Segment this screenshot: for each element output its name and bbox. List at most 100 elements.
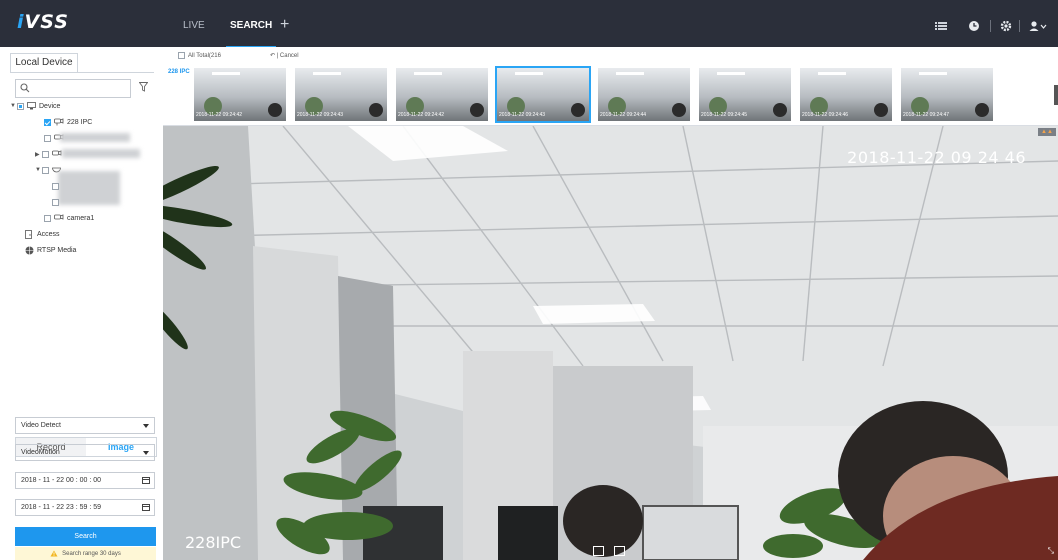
thumbnail-image [919,72,947,75]
video-player[interactable]: 2018-11-22 09 24 46 228IPC ⤡ ▲▲ [163,126,1058,560]
tree-node-rtsp-media[interactable]: RTSP Media [25,244,76,256]
end-time-field[interactable]: 2018 - 11 - 22 23 : 59 : 59 [15,499,155,516]
cancel-button[interactable]: ↶ | Cancel [270,52,299,59]
result-thumbnail[interactable]: 2018-11-22 09:24:43 [295,68,387,121]
video-timestamp: 2018-11-22 09 24 46 [847,148,1026,167]
top-bar: iVSS LIVE SEARCH + [0,0,1058,49]
user-icon[interactable] [1029,20,1047,32]
tab-live[interactable]: LIVE [183,20,205,31]
thumbnail-image [975,103,989,117]
calendar-icon[interactable] [142,477,150,484]
caret-down-icon [143,451,149,455]
thumbnail-image [369,103,383,117]
warning-icon [50,550,58,557]
tab-local-device[interactable]: Local Device [10,53,78,72]
expand-arrow-icon[interactable]: ▼ [35,167,42,173]
checkbox[interactable] [52,198,59,206]
caret-down-icon [143,424,149,428]
thumbnail-time: 2018-11-22 09:24:43 [499,112,546,118]
thumbnail-image [672,103,686,117]
result-thumbnail[interactable]: 2018-11-22 09:24:47 [901,68,993,121]
search-icon [20,83,30,93]
results-strip: All Total(216 ↶ | Cancel 228 IPC 2018-11… [163,47,1058,126]
app-logo: iVSS [17,11,69,33]
tree-node-device[interactable]: ▼ Device [10,100,60,112]
search-button[interactable]: Search [15,527,156,546]
divider [990,20,991,32]
checkbox[interactable] [44,214,51,222]
door-icon [25,229,32,239]
video-tag-icon[interactable]: ▲▲ [1038,128,1056,136]
camera-label: 228 IPC [168,69,190,75]
thumbnail-image [874,103,888,117]
thumbnail-time: 2018-11-22 09:24:45 [701,112,748,118]
tree-label: Device [39,102,61,110]
redacted-label [62,149,140,158]
event-subtype-select[interactable]: VideoMotion [15,444,155,461]
checkbox[interactable] [44,134,51,142]
divider [1019,20,1020,32]
thumbnail-image [571,103,585,117]
redacted-label [60,133,130,142]
start-time-field[interactable]: 2018 - 11 - 22 00 : 00 : 00 [15,472,155,489]
thumbnail-time: 2018-11-22 09:24:46 [802,112,849,118]
tree-node-228-ipc[interactable]: 228 IPC [44,116,92,128]
tree-node-channel[interactable] [52,196,62,208]
thumbnail-image [515,72,543,75]
tree-node-camera1[interactable]: camera1 [44,212,94,224]
add-tab-button[interactable]: + [280,16,289,34]
all-total-label: All Total(216 [188,52,221,59]
hint-text: Search range 30 days [62,550,121,557]
thumbnail-time: 2018-11-22 09:24:44 [600,112,647,118]
thumbnail-image [414,72,442,75]
checkbox[interactable] [52,182,59,190]
search-range-hint: Search range 30 days [15,547,156,560]
thumbnail-image [818,72,846,75]
thumbnail-time: 2018-11-22 09:24:42 [398,112,445,118]
checkbox[interactable] [17,102,24,110]
thumbnail-time: 2018-11-22 09:24:47 [903,112,950,118]
tree-label: 228 IPC [67,118,93,126]
result-thumbnail[interactable]: 2018-11-22 09:24:43 [495,66,591,123]
result-thumbnail[interactable]: 2018-11-22 09:24:42 [194,68,286,121]
settings-icon[interactable] [1000,20,1012,32]
divider [10,72,154,73]
globe-icon [25,246,34,254]
thumbnail-image [773,103,787,117]
result-thumbnail[interactable]: 2018-11-22 09:24:46 [800,68,892,121]
thumbnail-time: 2018-11-22 09:24:42 [196,112,243,118]
thumbnail-image [616,72,644,75]
previous-frame-icon[interactable] [593,546,604,556]
select-all-checkbox[interactable]: All Total(216 [178,52,221,59]
event-type-select[interactable]: Video Detect [15,417,155,434]
redacted-label [58,171,120,205]
expand-arrow-icon[interactable]: ▼ [10,103,17,109]
tree-node-channel[interactable] [52,180,62,192]
thumbnail-image [470,103,484,117]
result-thumbnail[interactable]: 2018-11-22 09:24:44 [598,68,690,121]
device-search-input[interactable] [15,79,131,98]
undo-icon: ↶ | [270,53,280,59]
expand-arrow-icon[interactable]: ▶ [35,151,42,158]
tree-label: Access [37,230,60,238]
tree-node-access[interactable]: Access [25,228,60,240]
field-value: 2018 - 11 - 22 00 : 00 : 00 [21,477,102,484]
calendar-icon[interactable] [142,504,150,511]
filter-icon[interactable] [139,82,148,92]
tab-search[interactable]: SEARCH [225,20,277,49]
result-thumbnail[interactable]: 2018-11-22 09:24:42 [396,68,488,121]
scroll-right-handle[interactable] [1054,85,1058,105]
checkbox[interactable] [42,166,49,174]
checkbox[interactable] [178,52,185,59]
clock-icon[interactable] [968,20,980,32]
fullscreen-icon[interactable]: ⤡ [1048,546,1054,556]
thumbnail-image [313,72,341,75]
list-icon[interactable] [935,20,947,32]
result-thumbnail[interactable]: 2018-11-22 09:24:45 [699,68,791,121]
checkbox[interactable] [44,118,51,126]
tree-node-camera[interactable]: ▶ [35,148,65,160]
checkbox[interactable] [42,150,49,158]
next-frame-icon[interactable] [614,546,625,556]
select-value: Video Detect [21,422,61,429]
left-panel: Local Device ▼ Device 228 IPC ▶ ▼ camera… [0,47,164,560]
